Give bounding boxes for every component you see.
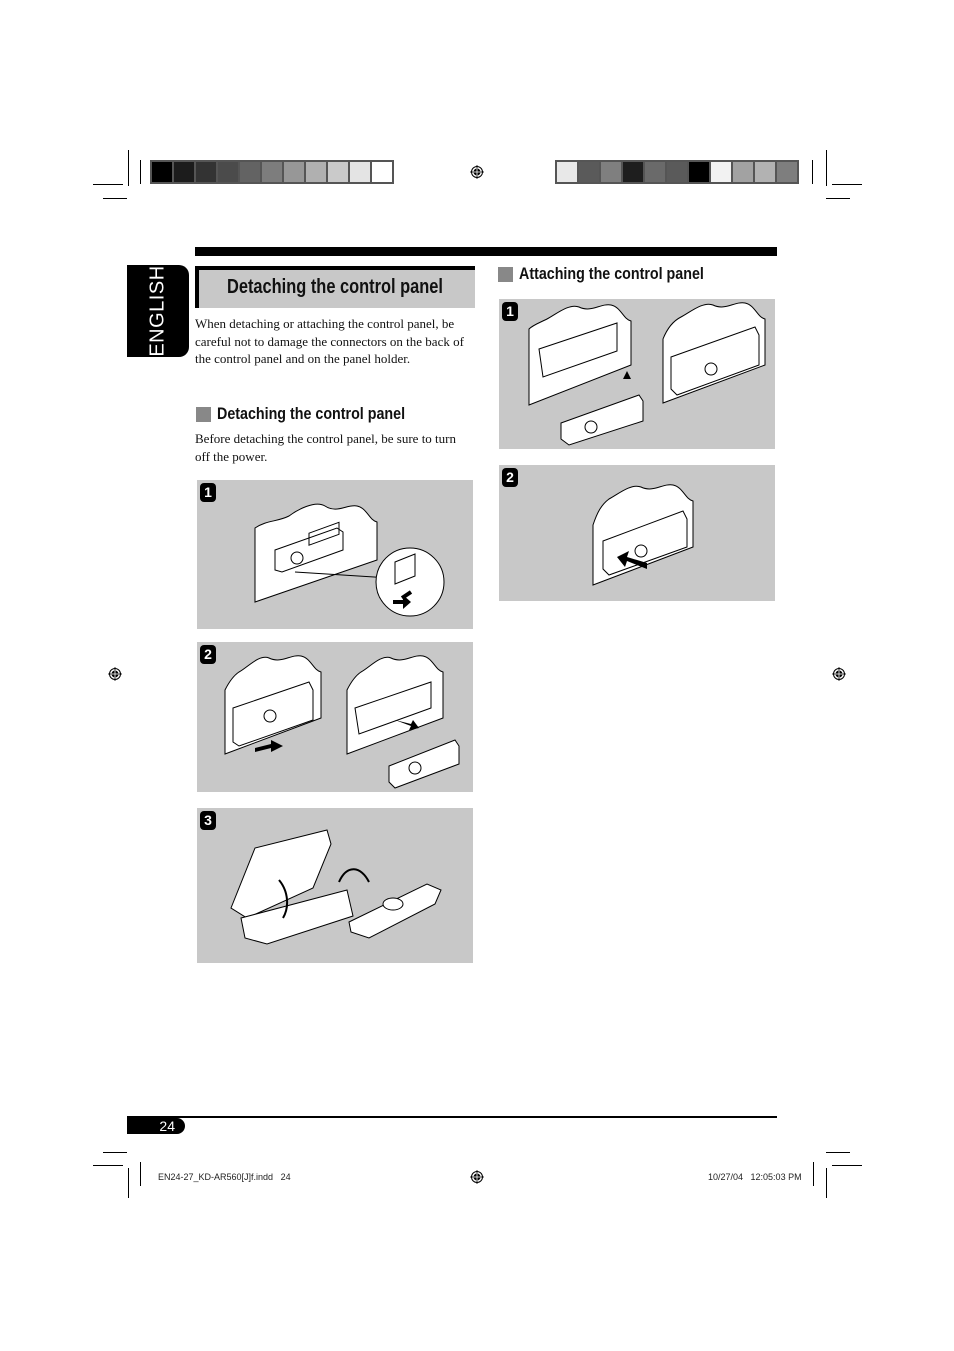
color-swatch [284, 162, 306, 182]
crop-mark [826, 150, 827, 186]
color-swatch [306, 162, 328, 182]
page-title-box: Detaching the control panel [195, 266, 475, 308]
color-swatch [711, 162, 733, 182]
attach-heading: Attaching the control panel [498, 264, 739, 284]
color-swatch [152, 162, 174, 182]
crop-mark [826, 198, 850, 199]
color-swatch [196, 162, 218, 182]
page-number: 24 [127, 1118, 185, 1134]
registration-mark-icon [108, 667, 122, 681]
crop-mark [832, 1165, 862, 1166]
file-slug: EN24-27_KD-AR560[J]f.indd 24 [158, 1172, 291, 1182]
detach-step-1-figure: 1 [197, 480, 473, 629]
color-swatch [350, 162, 372, 182]
color-swatch [557, 162, 579, 182]
language-tab: ENGLISH [127, 265, 189, 357]
crop-mark [832, 184, 862, 185]
color-calibration-bar-left [150, 160, 394, 184]
header-rule [195, 247, 777, 256]
store-in-case-illustration [230, 829, 442, 945]
color-swatch [755, 162, 777, 182]
crop-mark [140, 160, 141, 184]
crop-mark [103, 1152, 127, 1153]
color-swatch [174, 162, 196, 182]
detach-step-3-figure: 3 [197, 808, 473, 963]
intro-text: When detaching or attaching the control … [195, 316, 464, 367]
registration-mark-icon [832, 667, 846, 681]
color-swatch [623, 162, 645, 182]
crop-mark [103, 198, 127, 199]
color-swatch [601, 162, 623, 182]
color-calibration-bar-right [555, 160, 799, 184]
detach-text: Before detaching the control panel, be s… [195, 431, 456, 464]
crop-mark [128, 1168, 129, 1198]
color-swatch [777, 162, 797, 182]
language-label: ENGLISH [146, 265, 169, 357]
detach-step-2-figure: 2 [197, 642, 473, 792]
section-marker-icon [196, 406, 211, 422]
color-swatch [733, 162, 755, 182]
color-swatch [240, 162, 262, 182]
crop-mark [826, 1152, 850, 1153]
attach-step-2-figure: 2 [499, 465, 775, 601]
attach-step-1-figure: 1 [499, 299, 775, 449]
color-swatch [262, 162, 284, 182]
align-connector-illustration [528, 302, 766, 446]
color-swatch [579, 162, 601, 182]
push-panel-in-illustration [592, 484, 694, 586]
crop-mark [812, 160, 813, 184]
color-swatch [372, 162, 392, 182]
color-swatch [689, 162, 711, 182]
crop-mark [93, 184, 123, 185]
registration-mark-icon [470, 165, 484, 179]
color-swatch [218, 162, 240, 182]
crop-mark [93, 1165, 123, 1166]
crop-mark [826, 1168, 827, 1198]
detach-heading: Detaching the control panel [196, 404, 441, 424]
pull-out-illustration [224, 655, 460, 789]
section-marker-icon [498, 266, 513, 282]
footer-rule [127, 1116, 777, 1118]
press-release-illustration [254, 503, 445, 617]
crop-mark [128, 150, 129, 186]
registration-mark-icon [470, 1170, 484, 1184]
crop-mark [813, 1162, 814, 1186]
print-timestamp: 10/27/04 12:05:03 PM [708, 1172, 802, 1182]
color-swatch [328, 162, 350, 182]
color-swatch [667, 162, 689, 182]
color-swatch [645, 162, 667, 182]
page-title: Detaching the control panel [227, 276, 443, 298]
crop-mark [140, 1162, 141, 1186]
